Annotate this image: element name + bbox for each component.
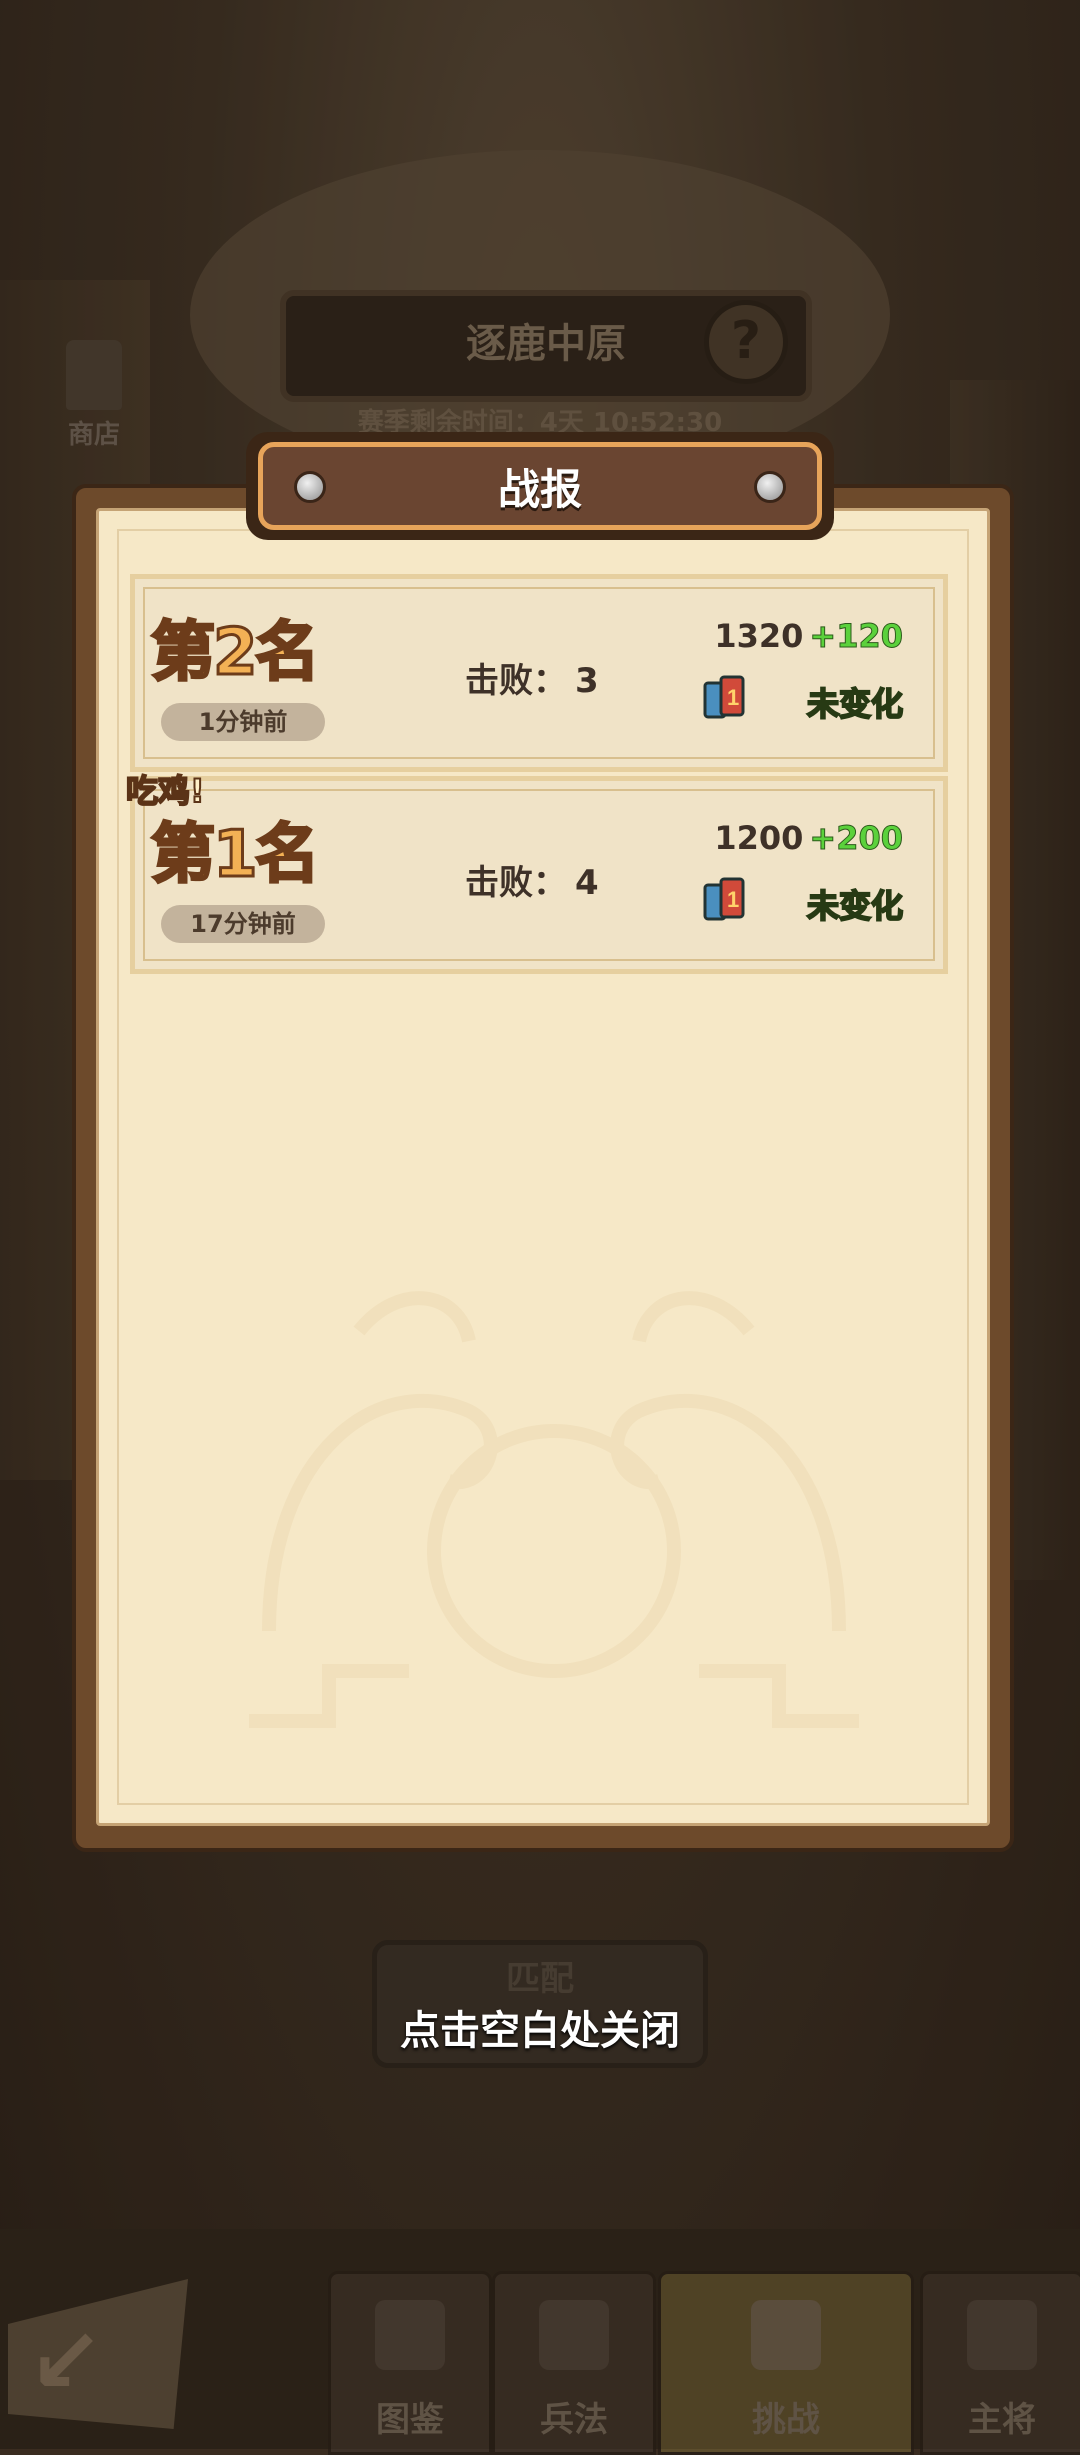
- panel-title: 战报: [497, 465, 582, 514]
- close-hint[interactable]: 点击空白处关闭: [0, 1998, 1080, 2056]
- score-value: 1320: [714, 617, 804, 655]
- panel-title-plate: 战报: [246, 432, 834, 540]
- rank-change-label: 未变化: [806, 684, 904, 724]
- kills-value: 4: [575, 863, 599, 903]
- report-card[interactable]: 第2名 1分钟前 击败： 3 1320 +120 1 未变化: [130, 574, 948, 772]
- rank-change-label: 未变化: [806, 886, 904, 926]
- score-value: 1200: [714, 819, 804, 857]
- kills-value: 3: [575, 661, 599, 701]
- dragon-emblem-icon: [249, 1291, 859, 1728]
- score-text: 1320 +120: [714, 617, 904, 656]
- time-badge: 17分钟前: [161, 905, 325, 943]
- score-text: 1200 +200: [714, 819, 904, 858]
- svg-text:1: 1: [727, 685, 739, 710]
- rank-card-icon: 1: [703, 877, 745, 921]
- kills-label: 击败：: [465, 863, 567, 903]
- kills-text: 击败： 4: [465, 855, 599, 904]
- winner-tag: 吃鸡!: [125, 771, 206, 811]
- kills-label: 击败：: [465, 661, 567, 701]
- time-badge: 1分钟前: [161, 703, 325, 741]
- rank-card-icon: 1: [703, 675, 745, 719]
- score-delta: +200: [809, 819, 904, 858]
- report-card[interactable]: 第1名 17分钟前 击败： 4 1200 +200 1 未变化: [130, 776, 948, 974]
- svg-text:1: 1: [727, 887, 739, 912]
- kills-text: 击败： 3: [465, 653, 599, 702]
- rank-text: 第2名: [150, 615, 322, 692]
- rank-text: 第1名: [150, 817, 322, 894]
- score-delta: +120: [809, 617, 904, 656]
